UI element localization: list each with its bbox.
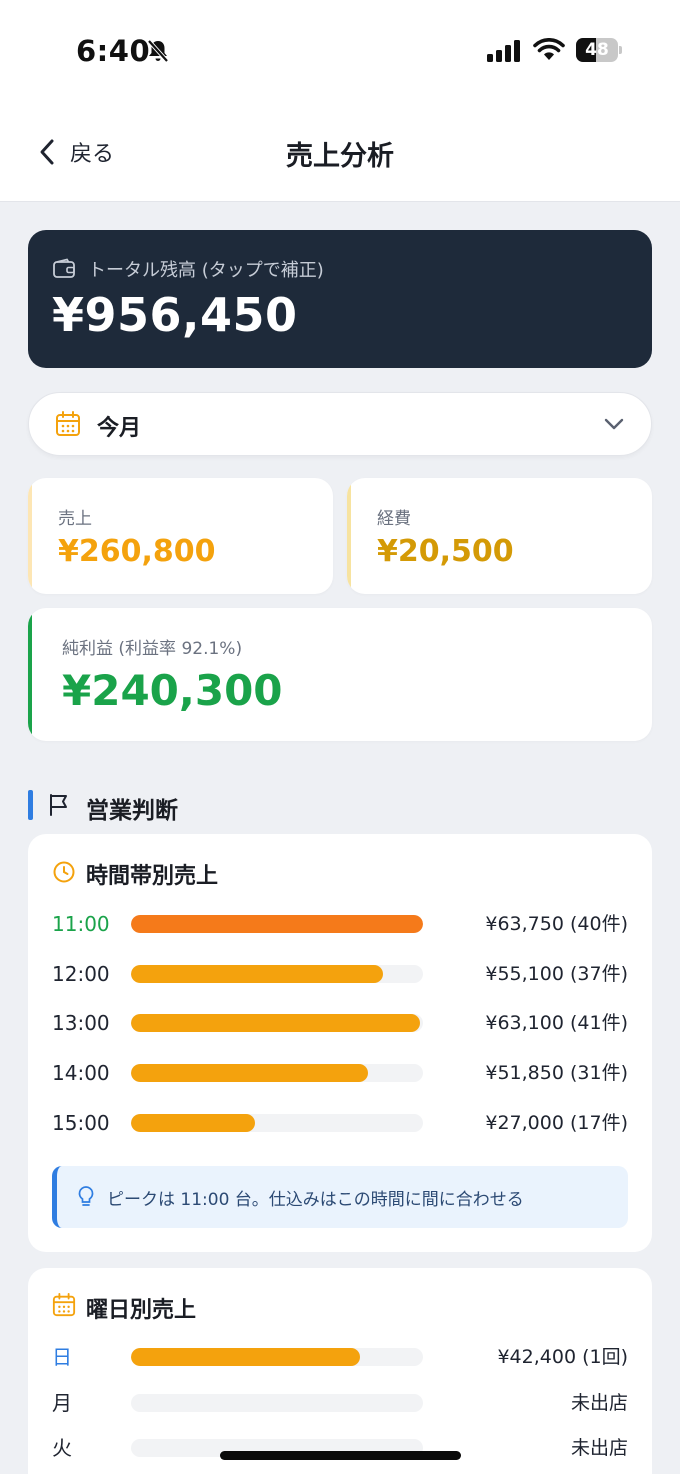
sales-card: 売上 ¥260,800 [28, 478, 333, 594]
nav-bar: 戻る 売上分析 [0, 100, 680, 202]
profit-label: 純利益 (利益率 92.1%) [62, 639, 243, 659]
page-title: 売上分析 [286, 141, 394, 172]
section-accent-bar [28, 790, 33, 820]
lightbulb-icon [78, 1186, 94, 1206]
hourly-sales-panel: 時間帯別売上 11:00 ¥63,750 (40件) 12:00 ¥55,100 (3… [28, 834, 652, 1252]
clock-icon [53, 861, 75, 883]
weekday-row-value: 未出店 [570, 1437, 628, 1459]
hourly-row-bar [131, 1113, 255, 1132]
hourly-row-bar [131, 1014, 421, 1033]
profit-value: ¥240,300 [62, 666, 283, 715]
hourly-row-bar-track [131, 915, 423, 933]
sales-accent [28, 478, 32, 594]
weekday-sales-panel: 曜日別売上 日 ¥42,400 (1回) 月未出店火未出店 [28, 1268, 652, 1474]
hourly-row-bar-track [131, 1113, 423, 1132]
weekday-row-bar [131, 1348, 361, 1366]
hourly-row-value: ¥55,100 (37件) [485, 962, 628, 985]
weekday-row-label: 火 [52, 1436, 72, 1460]
home-indicator [220, 1451, 461, 1460]
weekday-row-label: 日 [52, 1345, 72, 1369]
status-time: 6:40 [76, 34, 151, 68]
chevron-down-icon [604, 418, 624, 430]
sales-label: 売上 [58, 509, 92, 529]
hourly-row-label: 11:00 [52, 912, 110, 936]
hourly-row-bar [131, 964, 384, 983]
weekday-row-value: ¥42,400 (1回) [497, 1346, 628, 1368]
expenses-card: 経費 ¥20,500 [347, 478, 652, 594]
hourly-row-value: ¥51,850 (31件) [485, 1062, 628, 1085]
flag-icon [50, 794, 67, 816]
sales-value: ¥260,800 [58, 534, 216, 569]
hourly-row-bar [131, 1064, 369, 1083]
balance-value: ¥956,450 [52, 288, 298, 342]
hourly-row-label: 14:00 [52, 1061, 110, 1086]
section-title: 営業判断 [86, 798, 178, 824]
profit-accent [28, 608, 32, 741]
cellular-signal-icon [487, 40, 520, 62]
hourly-row-label: 15:00 [52, 1110, 110, 1135]
hourly-row: 13:00 ¥63,100 (41件) [28, 1008, 652, 1038]
weekday-row-label: 月 [52, 1390, 72, 1415]
expenses-accent [347, 478, 351, 594]
peak-tip-text: ピークは 11:00 台。仕込みはこの時間に間に合わせる [107, 1190, 524, 1210]
hourly-row-value: ¥63,750 (40件) [485, 913, 628, 935]
hourly-row: 11:00 ¥63,750 (40件) [28, 909, 652, 939]
weekday-row-bar-track [131, 1393, 423, 1412]
hourly-row-bar-track [131, 1064, 423, 1083]
balance-label: トータル残高 (タップで補正) [88, 260, 324, 281]
hourly-row-value: ¥27,000 (17件) [485, 1111, 628, 1134]
total-balance-card[interactable]: トータル残高 (タップで補正) ¥956,450 [28, 230, 652, 368]
weekday-row-bar-track [131, 1348, 423, 1366]
wallet-icon [53, 258, 75, 278]
period-selected-value: 今月 [97, 416, 142, 441]
battery-percent: 48 [585, 40, 609, 60]
weekday-row-value: 未出店 [570, 1391, 628, 1414]
hourly-row: 14:00 ¥51,850 (31件) [28, 1058, 652, 1088]
section-header: 営業判断 [28, 788, 428, 824]
status-bar: 6:40 48 [0, 0, 680, 100]
hourly-row-value: ¥63,100 (41件) [485, 1012, 628, 1035]
expenses-value: ¥20,500 [377, 534, 514, 569]
weekday-sales-title: 曜日別売上 [86, 1298, 197, 1323]
hourly-row: 12:00 ¥55,100 (37件) [28, 959, 652, 989]
hourly-sales-title: 時間帯別売上 [86, 864, 219, 889]
bell-slash-icon [147, 39, 169, 63]
hourly-row-bar-track [131, 1014, 423, 1033]
calendar-icon [56, 411, 80, 436]
weekday-row: 月 未出店 [28, 1388, 652, 1418]
period-select[interactable]: 今月 [28, 392, 652, 456]
wifi-icon [533, 38, 565, 60]
hourly-row-label: 13:00 [52, 1011, 110, 1036]
hourly-row-label: 12:00 [52, 961, 110, 986]
peak-tip: ピークは 11:00 台。仕込みはこの時間に間に合わせる [52, 1166, 628, 1228]
hourly-row-bar [131, 915, 423, 933]
calendar-icon [52, 1293, 76, 1317]
weekday-row: 日 ¥42,400 (1回) [28, 1342, 652, 1372]
hourly-row-bar-track [131, 964, 423, 983]
expenses-label: 経費 [377, 509, 411, 529]
hourly-row: 15:00 ¥27,000 (17件) [28, 1108, 652, 1138]
battery-icon: 48 [576, 38, 622, 62]
profit-card: 純利益 (利益率 92.1%) ¥240,300 [28, 608, 652, 741]
